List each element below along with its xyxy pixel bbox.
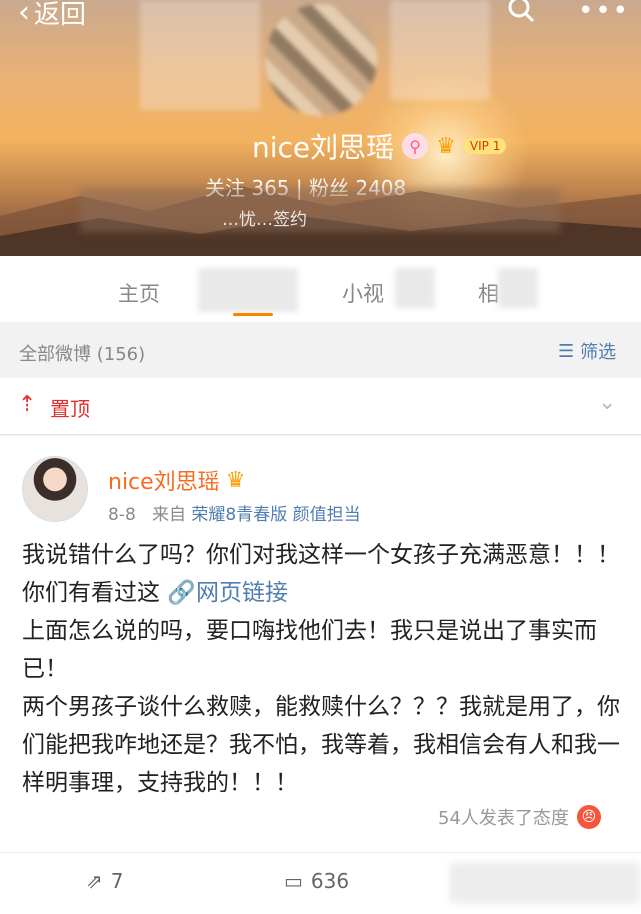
- tab-album[interactable]: 相: [478, 278, 499, 308]
- post-meta: 8-8 来自 荣耀8青春版 颜值担当: [108, 500, 361, 525]
- crown-icon: ♛: [436, 133, 456, 159]
- filter-icon: ☰: [558, 340, 575, 362]
- profile-bio: …忧…签约: [222, 210, 307, 230]
- mosaic-blur: [140, 0, 260, 110]
- angry-face-icon: 😠: [576, 805, 601, 829]
- pinned-section[interactable]: ⇡ 置顶 ⌄: [0, 378, 641, 435]
- profile-name: nice刘思瑶 ⚲ ♛ VIP 1: [252, 126, 507, 166]
- back-label: 返回: [34, 0, 87, 30]
- repost-button[interactable]: ⇗ 7: [86, 869, 124, 893]
- tab-mosaic: [498, 268, 538, 308]
- post-date: 8-8: [108, 505, 136, 525]
- post-card: nice刘思瑶 ♛ 8-8 来自 荣耀8青春版 颜值担当 我说错什么了吗？你们对…: [0, 436, 641, 852]
- post-avatar[interactable]: [22, 456, 88, 522]
- actions-mosaic: [450, 863, 640, 903]
- web-link[interactable]: 🔗网页链接: [167, 580, 288, 606]
- post-count-label: 全部微博 (156): [19, 344, 146, 365]
- pin-icon: ⇡: [18, 392, 37, 417]
- comment-button[interactable]: ▭ 636: [284, 869, 349, 893]
- web-link-text: 网页链接: [195, 580, 288, 606]
- post-author[interactable]: nice刘思瑶 ♛: [108, 464, 245, 496]
- mosaic-blur: [390, 0, 490, 100]
- vip-badge: VIP 1: [463, 138, 507, 154]
- crown-icon: ♛: [225, 467, 246, 493]
- comment-icon: ▭: [284, 869, 303, 893]
- comment-count: 636: [310, 869, 350, 893]
- chevron-down-icon[interactable]: ⌄: [598, 390, 616, 415]
- back-button[interactable]: ‹ 返回: [18, 0, 86, 31]
- post-text-2: 上面怎么说的吗，要口嗨找他们去！我只是说出了事实而已！: [22, 618, 597, 682]
- active-tab-indicator: [233, 313, 273, 316]
- pinned-label: 置顶: [50, 397, 90, 421]
- filter-button[interactable]: ☰ 筛选: [558, 338, 616, 364]
- profile-header: ‹ 返回 ••• nice刘思瑶 ⚲ ♛ VIP 1 关注 365 | 粉丝 2…: [0, 0, 641, 256]
- post-text-3: 两个男孩子谈什么救赎，能救赎什么？？？我就是用了，你们能把我咋地还是？我不怕，我…: [22, 694, 620, 796]
- tab-video[interactable]: 小视: [342, 278, 384, 308]
- filter-label: 筛选: [580, 342, 617, 363]
- post-actions: ⇗ 7 ▭ 636: [0, 852, 641, 914]
- attitude-text: 54人发表了态度: [438, 808, 569, 829]
- share-icon: ⇗: [86, 869, 103, 893]
- profile-tabs: 主页 小视 相: [0, 256, 641, 322]
- bio-mosaic: [80, 188, 560, 232]
- repost-count: 7: [110, 869, 124, 893]
- profile-name-text: nice刘思瑶: [252, 131, 395, 164]
- tab-home[interactable]: 主页: [118, 278, 160, 308]
- post-source[interactable]: 荣耀8青春版 颜值担当: [191, 505, 360, 525]
- tab-mosaic: [198, 268, 298, 312]
- tab-mosaic: [395, 268, 435, 308]
- attitude-summary[interactable]: 54人发表了态度 😠: [438, 804, 601, 830]
- verified-icon: ⚲: [402, 133, 429, 159]
- filter-bar: 全部微博 (156) ☰ 筛选: [0, 324, 641, 378]
- search-icon[interactable]: [506, 0, 536, 24]
- post-source-prefix: 来自: [152, 505, 186, 525]
- post-body: 我说错什么了吗？你们对我这样一个女孩子充满恶意！！！你们有看过这 🔗网页链接 上…: [22, 536, 622, 802]
- chevron-left-icon: ‹: [18, 0, 30, 30]
- more-icon[interactable]: •••: [578, 0, 630, 26]
- link-icon: 🔗: [167, 580, 196, 606]
- post-author-name: nice刘思瑶: [108, 470, 220, 495]
- post-text-1: 我说错什么了吗？你们对我这样一个女孩子充满恶意！！！你们有看过这: [22, 542, 620, 606]
- avatar[interactable]: [265, 4, 377, 116]
